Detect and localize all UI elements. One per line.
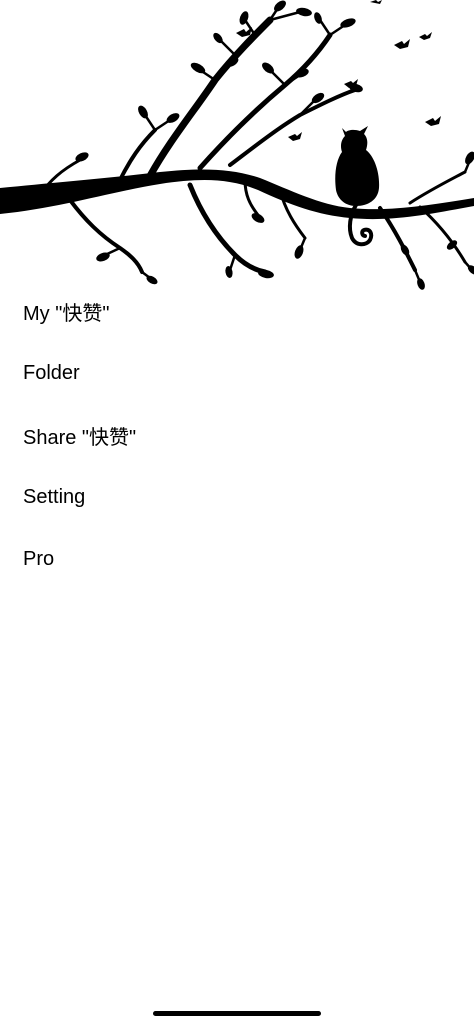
menu-item-folder[interactable]: Folder (0, 342, 474, 404)
menu-item-setting[interactable]: Setting (0, 466, 474, 528)
menu-item-my-kuaizan[interactable]: My "快赞" (0, 280, 474, 342)
menu-item-label: My "快赞" (23, 302, 110, 325)
menu-item-share-kuaizan[interactable]: Share "快赞" (0, 404, 474, 466)
menu-item-label: Folder (23, 361, 80, 384)
menu-item-label: Pro (23, 547, 55, 570)
menu-item-label: Share "快赞" (23, 426, 137, 449)
tree-branch-cat-illustration (0, 0, 474, 290)
home-indicator[interactable] (153, 1011, 321, 1016)
main-menu: My "快赞" Folder Share "快赞" Setting Pro (0, 280, 474, 590)
menu-item-label: Setting (23, 485, 86, 508)
menu-item-pro[interactable]: Pro (0, 528, 474, 590)
